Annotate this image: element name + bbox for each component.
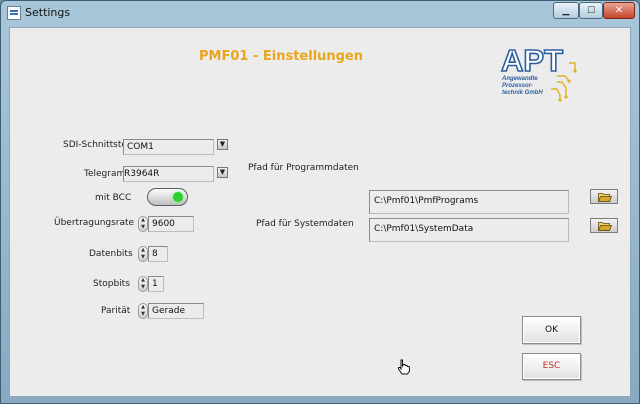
ok-button[interactable]: OK: [522, 316, 581, 344]
hand-cursor-icon: [398, 359, 410, 375]
page-title: PMF01 - Einstellungen: [199, 49, 364, 64]
apt-logo: APT Angewandte Prozessor- technik GmbH: [500, 43, 577, 102]
bcc-led-indicator: [173, 192, 183, 202]
chevron-down-icon: ▼: [219, 140, 226, 148]
program-path-field[interactable]: C:\Pmf01\PmfPrograms: [369, 190, 569, 214]
parity-label: Parität: [101, 306, 131, 316]
bcc-label: mit BCC: [95, 193, 132, 203]
apt-logo-tagline-2: Prozessor-: [502, 83, 533, 89]
interface-dropdown-button[interactable]: ▼: [217, 139, 228, 150]
spin-arrows-icon: ▲ ▼: [141, 217, 145, 230]
program-path-browse-button[interactable]: [590, 189, 618, 204]
stopbits-label: Stopbits: [93, 279, 130, 289]
apt-logo-tagline-3: technik GmbH: [502, 90, 543, 96]
databits-label: Datenbits: [89, 249, 133, 259]
telegram-dropdown-button[interactable]: ▼: [217, 167, 228, 178]
close-icon: ✕: [614, 5, 624, 16]
title-bar[interactable]: Settings ▁ ☐ ✕: [1, 1, 639, 25]
telegram-select[interactable]: R3964R: [123, 166, 214, 182]
parity-spinner[interactable]: ▲ ▼: [138, 303, 148, 319]
chevron-down-icon: ▼: [219, 168, 226, 176]
settings-window-icon[interactable]: [7, 6, 21, 20]
apt-logo-letters: APT: [501, 43, 563, 78]
baud-label: Übertragungsrate: [54, 218, 135, 228]
stopbits-field[interactable]: 1: [148, 276, 164, 292]
esc-button[interactable]: ESC: [522, 353, 581, 380]
spin-arrows-icon: ▲ ▼: [141, 277, 145, 290]
parity-field[interactable]: Gerade: [148, 303, 204, 319]
minimize-icon: ▁: [562, 5, 570, 16]
stopbits-spinner[interactable]: ▲ ▼: [138, 276, 148, 292]
databits-spinner[interactable]: ▲ ▼: [138, 246, 148, 262]
spin-arrows-icon: ▲ ▼: [141, 247, 145, 260]
maximize-icon: ☐: [586, 5, 596, 16]
settings-window: Settings ▁ ☐ ✕ PMF01 - Einstellungen APT…: [0, 0, 640, 404]
baud-spinner[interactable]: ▲ ▼: [138, 216, 148, 232]
baud-field[interactable]: 9600: [148, 216, 194, 232]
system-path-field[interactable]: C:\Pmf01\SystemData: [369, 218, 569, 242]
apt-logo-tagline-1: Angewandte: [501, 76, 538, 82]
window-title: Settings: [25, 6, 71, 19]
folder-open-icon: [598, 222, 612, 231]
close-button[interactable]: ✕: [603, 2, 635, 19]
system-path-label: Pfad für Systemdaten: [256, 219, 354, 229]
minimize-button[interactable]: ▁: [553, 2, 579, 19]
spin-arrows-icon: ▲ ▼: [141, 304, 145, 317]
folder-open-icon: [598, 193, 612, 202]
databits-field[interactable]: 8: [148, 246, 168, 262]
bcc-toggle[interactable]: [147, 188, 188, 206]
program-path-label: Pfad für Programmdaten: [248, 163, 359, 173]
maximize-button[interactable]: ☐: [579, 2, 603, 19]
interface-select[interactable]: COM1: [123, 139, 214, 155]
system-path-browse-button[interactable]: [590, 218, 618, 233]
